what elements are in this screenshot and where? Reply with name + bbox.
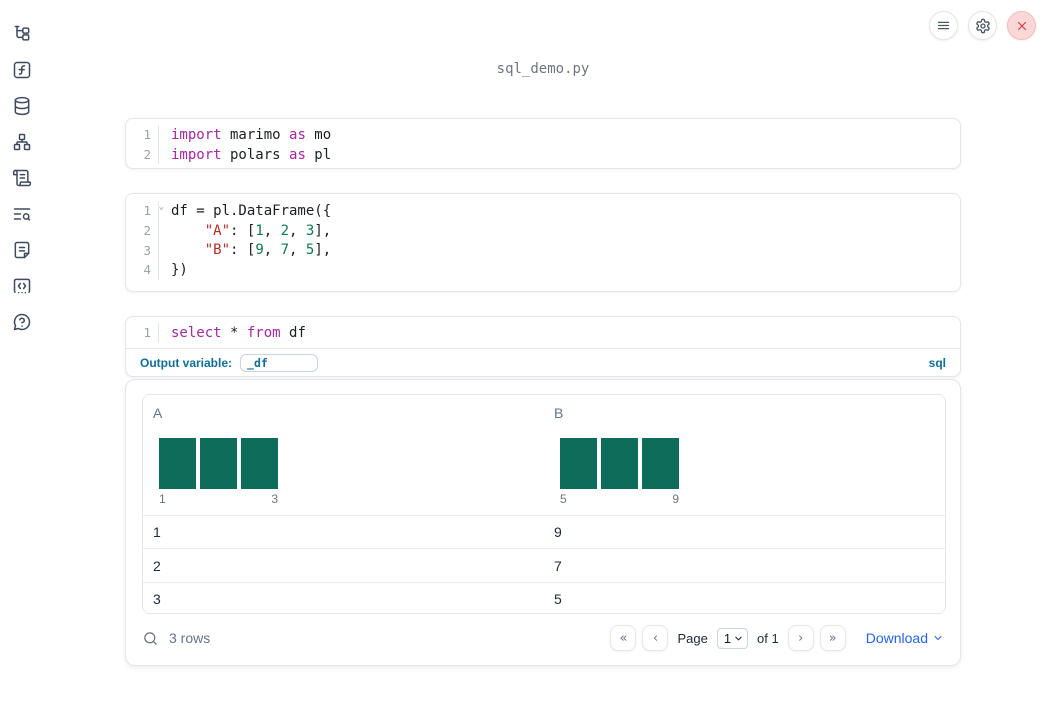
topbar-actions: [929, 11, 1036, 40]
column-b-histogram: 5 9: [560, 438, 679, 506]
table-row[interactable]: 27: [143, 548, 945, 581]
first-page-button[interactable]: «: [610, 625, 637, 651]
code-snippets-icon[interactable]: [12, 276, 32, 296]
chevron-down-icon: [934, 636, 942, 640]
sql-output-card: A 1 3 B 5 9 1 9 2 7 3 5 3 rows « ‹ Page …: [125, 379, 961, 666]
dependency-graph-icon[interactable]: [12, 132, 32, 152]
line-number: 4: [126, 260, 159, 280]
notebook-title: sql_demo.py: [496, 61, 590, 77]
page-select[interactable]: 1: [716, 627, 749, 649]
next-page-button[interactable]: ›: [787, 625, 814, 651]
code-cell-dataframe[interactable]: 1 ⌄ df = pl.DataFrame({2 "A": [1, 2, 3], 3 …: [125, 193, 961, 292]
table-footer: 3 rows « ‹ Page 1 of 1 › » Download: [142, 624, 944, 652]
code-text[interactable]: import marimo as mo: [159, 127, 331, 143]
last-page-button[interactable]: »: [819, 625, 846, 651]
histogram-bar: [241, 438, 278, 489]
database-icon[interactable]: [12, 96, 32, 116]
code-text[interactable]: select * from df: [159, 325, 306, 341]
histogram-axis: 1 3: [159, 492, 278, 506]
code-text[interactable]: df = pl.DataFrame({: [159, 203, 331, 219]
line-number: 2: [126, 144, 159, 165]
code-line: 1 ⌄ df = pl.DataFrame({: [126, 201, 960, 221]
code-line: 1 import marimo as mo: [126, 125, 960, 145]
dataframe-table: A 1 3 B 5 9 1 9 2 7 3 5: [142, 394, 946, 614]
histogram-bar: [601, 438, 638, 489]
document-icon[interactable]: [12, 240, 32, 260]
table-cell: 5: [554, 590, 562, 607]
column-name[interactable]: B: [554, 405, 935, 421]
line-number: 1 ⌄: [126, 201, 164, 221]
table-cell: 7: [554, 557, 562, 574]
code-line: 1 select * from df: [126, 323, 960, 343]
column-header-a: A 1 3: [143, 395, 544, 515]
table-cell: 1: [153, 524, 161, 541]
page-of-label: of 1: [757, 630, 779, 646]
sql-cell[interactable]: 1select * from df Output variable: sql: [125, 316, 961, 377]
menu-button[interactable]: [929, 11, 958, 40]
table-row[interactable]: 19: [143, 515, 945, 548]
language-badge: sql: [928, 356, 946, 371]
table-header: A 1 3 B 5 9: [143, 395, 945, 515]
code-text[interactable]: "B": [9, 7, 5],: [159, 242, 331, 258]
axis-max-label: 9: [672, 492, 679, 506]
code-line: 2 import polars as pl: [126, 144, 960, 165]
code-text[interactable]: import polars as pl: [159, 147, 331, 163]
histogram-bar: [200, 438, 237, 489]
code-line: 2 "A": [1, 2, 3],: [126, 220, 960, 241]
function-square-icon[interactable]: [12, 60, 32, 80]
code-text[interactable]: "A": [1, 2, 3],: [159, 223, 331, 239]
sidebar: [0, 0, 44, 713]
fold-chevron-icon[interactable]: ⌄: [159, 202, 164, 212]
code-cell-imports[interactable]: 1 import marimo as mo 2 import polars as pl: [125, 118, 961, 169]
column-header-b: B 5 9: [544, 395, 945, 515]
line-number: 3: [126, 240, 159, 261]
histogram-bar: [159, 438, 196, 489]
table-row[interactable]: 35: [143, 581, 945, 613]
column-a-histogram: 1 3: [159, 438, 278, 506]
axis-min-label: 5: [560, 492, 567, 506]
shutdown-button[interactable]: [1007, 11, 1036, 40]
prev-page-button[interactable]: ‹: [642, 625, 669, 651]
sql-meta-row: Output variable: sql: [126, 349, 960, 376]
page-select-value: 1: [723, 630, 732, 646]
text-search-icon[interactable]: [12, 204, 32, 224]
histogram-bar: [642, 438, 679, 489]
download-label: Download: [865, 630, 928, 646]
settings-gear-icon: [975, 18, 990, 33]
output-variable-label: Output variable:: [140, 356, 233, 371]
chevron-down-icon: [735, 636, 742, 640]
table-cell: 3: [153, 590, 161, 607]
histogram-bar: [560, 438, 597, 489]
sql-editor[interactable]: 1 select * from df: [126, 317, 960, 349]
output-variable-input[interactable]: [240, 354, 319, 373]
table-cell: 9: [554, 524, 562, 541]
pagination: « ‹ Page 1 of 1 › » Download: [610, 625, 944, 651]
help-bubble-icon[interactable]: [12, 312, 32, 332]
menu-icon: [937, 21, 950, 30]
file-tree-icon[interactable]: [12, 24, 32, 44]
download-button[interactable]: Download: [866, 630, 944, 646]
code-line: 4}): [126, 260, 960, 280]
line-number: 2: [126, 220, 159, 241]
search-button[interactable]: 3 rows: [142, 630, 210, 647]
code-line: 3 "B": [9, 7, 5],: [126, 240, 960, 261]
histogram-axis: 5 9: [560, 492, 679, 506]
search-icon: [144, 631, 157, 645]
row-count: 3 rows: [169, 630, 211, 646]
axis-min-label: 1: [159, 492, 166, 506]
settings-button[interactable]: [968, 11, 997, 40]
scroll-logs-icon[interactable]: [12, 168, 32, 188]
column-name[interactable]: A: [153, 405, 534, 421]
axis-max-label: 3: [271, 492, 278, 506]
table-body: 192735: [143, 515, 945, 613]
table-cell: 2: [153, 557, 161, 574]
line-number: 1: [126, 323, 159, 343]
code-text[interactable]: }): [159, 262, 188, 278]
page-label: Page: [677, 630, 708, 646]
line-number: 1: [126, 125, 159, 145]
close-icon: [1017, 21, 1026, 30]
